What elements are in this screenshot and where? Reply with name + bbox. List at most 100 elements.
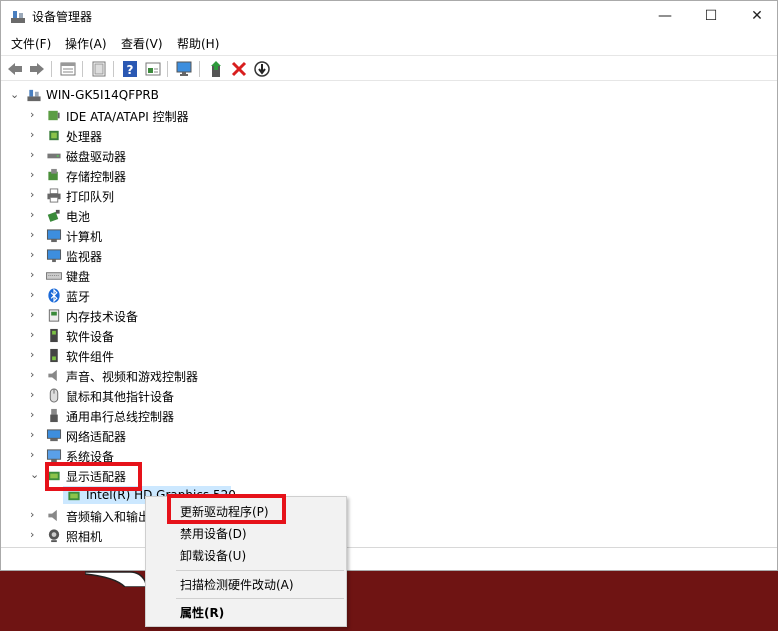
chevron-right-icon[interactable]: › — [30, 369, 40, 381]
disk-drive-icon — [47, 153, 61, 159]
tree-category-bluetooth[interactable]: › 蓝牙 — [1, 285, 777, 305]
camera-icon — [48, 529, 60, 543]
chevron-right-icon[interactable]: › — [30, 129, 40, 141]
chevron-right-icon[interactable]: › — [30, 289, 40, 301]
tree-category-disk[interactable]: › 磁盘驱动器 — [1, 145, 777, 165]
title-bar[interactable]: 设备管理器 — ☐ ✕ — [1, 1, 777, 32]
chevron-right-icon[interactable]: › — [30, 149, 40, 161]
tree-category-usb[interactable]: › 通用串行总线控制器 — [1, 405, 777, 425]
tree-category-label: 内存技术设备 — [66, 310, 139, 324]
tree-category-sound[interactable]: › 声音、视频和游戏控制器 — [1, 365, 777, 385]
ide-controller-icon — [48, 110, 60, 121]
chevron-right-icon[interactable]: › — [30, 409, 40, 421]
chevron-down-icon[interactable]: ⌄ — [30, 469, 40, 481]
chevron-right-icon[interactable]: › — [30, 329, 40, 341]
window-title: 设备管理器 — [32, 10, 93, 24]
scan-icon[interactable] — [253, 60, 271, 78]
tree-category-software-component[interactable]: › 软件组件 — [1, 345, 777, 365]
chevron-right-icon[interactable]: › — [30, 389, 40, 401]
status-bar — [1, 547, 777, 570]
tree-category-label: 存储控制器 — [66, 170, 127, 184]
menu-item-properties[interactable]: 属性(R) — [147, 602, 345, 624]
menu-separator — [176, 598, 344, 599]
chevron-right-icon[interactable]: › — [30, 529, 40, 541]
chevron-right-icon[interactable]: › — [30, 229, 40, 241]
tree-category-battery[interactable]: › 电池 — [1, 205, 777, 225]
processor-icon — [49, 130, 59, 141]
properties-icon[interactable] — [59, 60, 77, 78]
monitor-icon[interactable] — [175, 60, 193, 78]
tree-category-print[interactable]: › 打印队列 — [1, 185, 777, 205]
chevron-right-icon[interactable]: › — [30, 509, 40, 521]
help-icon[interactable]: ? — [121, 60, 139, 78]
chevron-right-icon[interactable]: › — [30, 249, 40, 261]
chevron-right-icon[interactable]: › — [30, 169, 40, 181]
menu-help[interactable]: 帮助(H) — [177, 35, 219, 52]
tree-category-label: 通用串行总线控制器 — [66, 410, 175, 424]
tree-category-label: IDE ATA/ATAPI 控制器 — [66, 110, 189, 124]
uninstall-icon[interactable] — [230, 60, 248, 78]
close-button[interactable]: ✕ — [734, 1, 777, 32]
bluetooth-icon — [48, 288, 60, 303]
device-manager-icon — [11, 11, 25, 23]
software-device-icon — [50, 328, 58, 343]
back-icon[interactable] — [6, 60, 24, 78]
menu-view[interactable]: 查看(V) — [121, 35, 163, 52]
tree-category-label: 计算机 — [66, 230, 103, 244]
details-icon[interactable] — [144, 60, 162, 78]
tree-category-label: 磁盘驱动器 — [66, 150, 127, 164]
speaker-icon — [48, 369, 57, 382]
tree-category-label: 打印队列 — [66, 190, 115, 204]
tree-category-software-device[interactable]: › 软件设备 — [1, 325, 777, 345]
forward-icon[interactable] — [28, 60, 46, 78]
tree-category-storage[interactable]: › 存储控制器 — [1, 165, 777, 185]
chevron-right-icon[interactable]: › — [30, 349, 40, 361]
chevron-right-icon[interactable]: › — [30, 209, 40, 221]
chevron-right-icon[interactable]: › — [30, 429, 40, 441]
menu-item-scan-hardware[interactable]: 扫描检测硬件改动(A) — [147, 574, 345, 596]
tree-category-ide[interactable]: › IDE ATA/ATAPI 控制器 — [1, 105, 777, 125]
chevron-right-icon[interactable]: › — [30, 309, 40, 321]
tree-category-keyboard[interactable]: › 键盘 — [1, 265, 777, 285]
chevron-right-icon[interactable]: › — [30, 269, 40, 281]
menu-file[interactable]: 文件(F) — [11, 35, 51, 52]
tree-category-label: 监视器 — [66, 250, 103, 264]
tree-category-label: 电池 — [66, 210, 91, 224]
tree-category-label: 照相机 — [66, 530, 103, 544]
tree-category-memory[interactable]: › 内存技术设备 — [1, 305, 777, 325]
tree-category-label: 声音、视频和游戏控制器 — [66, 370, 199, 384]
tree-root-label: WIN-GK5I14QFPRB — [46, 88, 159, 102]
software-component-icon — [50, 348, 58, 363]
tree-category-label: 蓝牙 — [66, 290, 91, 304]
battery-icon — [47, 209, 60, 222]
chevron-right-icon[interactable]: › — [30, 189, 40, 201]
tree-category-label: 音频输入和输出 — [66, 510, 151, 524]
menu-separator — [176, 570, 344, 571]
tree-category-audio-io[interactable]: › 音频输入和输出 — [1, 505, 777, 525]
tree-category-network[interactable]: › 网络适配器 — [1, 425, 777, 445]
tree-root[interactable]: ⌄ WIN-GK5I14QFPRB — [1, 85, 777, 105]
svg-text:?: ? — [127, 63, 134, 77]
maximize-button[interactable]: ☐ — [688, 1, 734, 32]
printer-icon — [47, 188, 61, 203]
tree-category-label: 网络适配器 — [66, 430, 127, 444]
chevron-right-icon[interactable]: › — [30, 449, 40, 461]
menu-item-disable-device[interactable]: 禁用设备(D) — [147, 523, 345, 545]
chevron-down-icon[interactable]: ⌄ — [10, 89, 20, 101]
memory-device-icon — [48, 309, 60, 322]
tree-category-mouse[interactable]: › 鼠标和其他指针设备 — [1, 385, 777, 405]
toolbar-separator — [113, 61, 114, 77]
menu-item-uninstall-device[interactable]: 卸载设备(U) — [147, 545, 345, 567]
minimize-button[interactable]: — — [642, 1, 688, 32]
tree-category-monitor[interactable]: › 监视器 — [1, 245, 777, 265]
tree-category-label: 鼠标和其他指针设备 — [66, 390, 175, 404]
menu-action[interactable]: 操作(A) — [65, 35, 107, 52]
chevron-right-icon[interactable]: › — [30, 109, 40, 121]
update-driver-icon[interactable] — [207, 60, 225, 78]
show-hide-console-icon[interactable] — [90, 60, 108, 78]
tree-category-camera[interactable]: › 照相机 — [1, 525, 777, 545]
tree-category-processor[interactable]: › 处理器 — [1, 125, 777, 145]
monitor-icon — [46, 249, 62, 263]
tree-category-computer[interactable]: › 计算机 — [1, 225, 777, 245]
network-adapter-icon — [46, 429, 62, 442]
